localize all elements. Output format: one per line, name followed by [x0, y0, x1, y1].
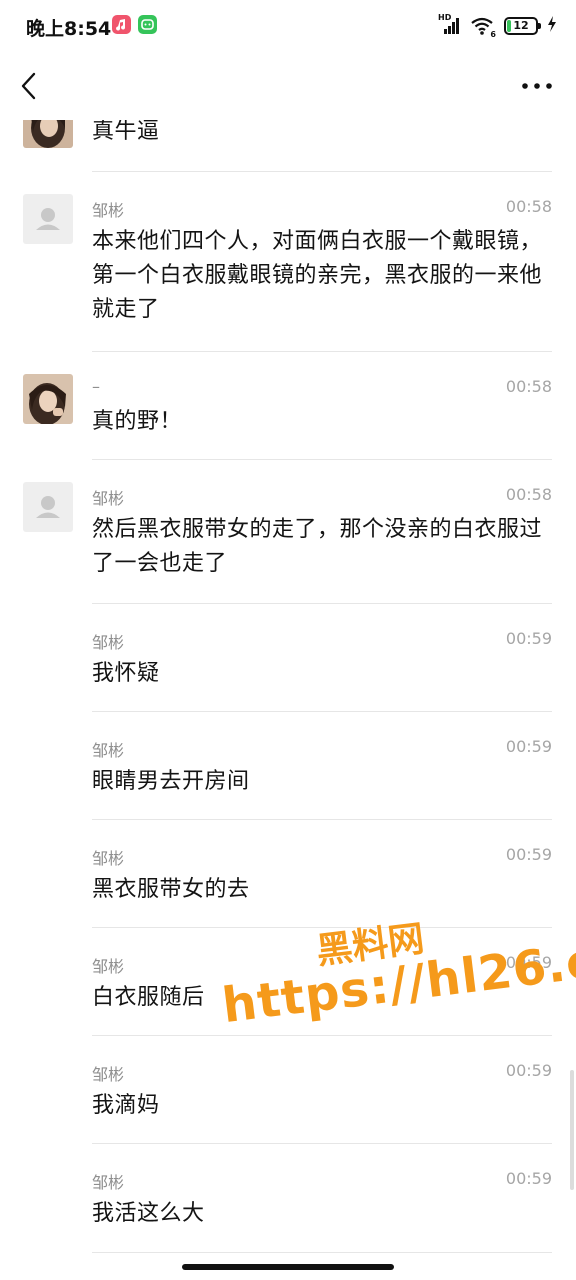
avatar[interactable]: [23, 482, 73, 532]
message-time: 00:59: [505, 629, 552, 648]
back-button[interactable]: [14, 68, 46, 104]
scrollbar[interactable]: [570, 1070, 574, 1190]
user-placeholder-icon: [36, 208, 60, 230]
list-item[interactable]: 邹彬 00:59 白衣服随后: [0, 928, 576, 1036]
message-list[interactable]: 真牛逼 邹彬 00:58 本来他们四个人，对面俩白衣服一个戴眼镜，第一个白衣服戴…: [0, 120, 576, 1260]
avatar[interactable]: [23, 120, 73, 148]
battery-tip: [538, 23, 541, 29]
list-item[interactable]: 邹彬 00:59 眼睛男去开房间: [0, 712, 576, 820]
divider: [92, 1252, 552, 1253]
sender-name: 邹彬: [92, 633, 125, 652]
sender-name: 邹彬: [92, 1065, 125, 1084]
message-time: 00:58: [505, 377, 552, 396]
sender-name: 邹彬: [92, 849, 125, 868]
message-time: 00:59: [505, 953, 552, 972]
status-icons: HD 6 12: [438, 13, 558, 39]
message-text: 我怀疑: [92, 661, 160, 686]
message-time: 00:58: [505, 197, 552, 216]
status-time: 晚上8:54: [26, 18, 112, 40]
sender-name: 邹彬: [92, 201, 125, 220]
message-time: 00:59: [505, 845, 552, 864]
wifi-icon: 6: [470, 16, 496, 39]
message-text: 白衣服随后: [92, 985, 205, 1010]
chat-app-icon: [138, 15, 157, 34]
list-item[interactable]: 邹彬 00:58 然后黑衣服带女的走了，那个没亲的白衣服过了一会也走了: [0, 460, 576, 604]
more-button[interactable]: [520, 74, 554, 98]
avatar[interactable]: [23, 194, 73, 244]
message-time: 00:59: [505, 737, 552, 756]
list-item[interactable]: 邹彬 00:59 我活这么大: [0, 1144, 576, 1254]
charging-icon: [546, 15, 558, 37]
sender-name: 邹彬: [92, 957, 125, 976]
home-indicator[interactable]: [182, 1264, 394, 1270]
sender-name: 邹彬: [92, 741, 125, 760]
sender-name: –: [92, 377, 100, 396]
wifi-label: 6: [490, 30, 496, 39]
avatar[interactable]: [23, 374, 73, 424]
battery-icon: 12: [504, 17, 541, 35]
nav-bar: [0, 52, 576, 120]
message-text: 真牛逼: [92, 120, 160, 144]
status-bar: 晚上8:54 HD 6 12: [0, 0, 576, 52]
message-text: 真的野！: [92, 409, 183, 434]
signal-icon: HD: [438, 13, 462, 36]
sender-name: 邹彬: [92, 489, 125, 508]
battery-level: 12: [513, 19, 529, 32]
list-item[interactable]: 真牛逼: [0, 120, 576, 172]
list-item[interactable]: 邹彬 00:59 我滴妈: [0, 1036, 576, 1144]
message-time: 00:58: [505, 485, 552, 504]
message-text: 我活这么大: [92, 1201, 205, 1226]
message-text: 本来他们四个人，对面俩白衣服一个戴眼镜，第一个白衣服戴眼镜的亲完，黑衣服的一来他…: [92, 229, 543, 322]
message-text: 黑衣服带女的去: [92, 877, 250, 902]
message-text: 我滴妈: [92, 1093, 160, 1118]
message-time: 00:59: [505, 1169, 552, 1188]
list-item[interactable]: – 00:58 真的野！: [0, 352, 576, 460]
list-item[interactable]: 邹彬 00:59 黑衣服带女的去: [0, 820, 576, 928]
music-app-icon: [112, 15, 131, 34]
sender-name: 邹彬: [92, 1173, 125, 1192]
message-text: 然后黑衣服带女的走了，那个没亲的白衣服过了一会也走了: [92, 517, 543, 576]
list-item[interactable]: 邹彬 00:59 我怀疑: [0, 604, 576, 712]
chevron-left-icon: [21, 72, 36, 100]
message-time: 00:59: [505, 1061, 552, 1080]
more-horizontal-icon: [522, 83, 552, 89]
user-placeholder-icon: [36, 496, 60, 518]
message-text: 眼睛男去开房间: [92, 769, 250, 794]
list-item[interactable]: 邹彬 00:58 本来他们四个人，对面俩白衣服一个戴眼镜，第一个白衣服戴眼镜的亲…: [0, 172, 576, 352]
